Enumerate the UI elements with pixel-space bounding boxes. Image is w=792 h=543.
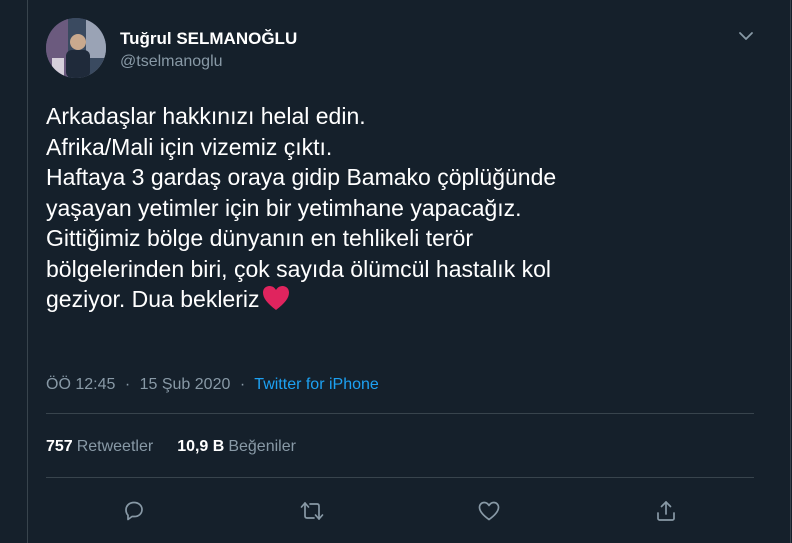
tweet-line: yaşayan yetimler için bir yetimhane yapa… bbox=[46, 194, 522, 221]
reply-icon bbox=[125, 501, 143, 521]
tweet-card: Tuğrul SELMANOĞLU @tselmanoglu Arkadaşla… bbox=[27, 0, 791, 543]
like-button[interactable] bbox=[472, 494, 506, 528]
tweet-line: Haftaya 3 gardaş oraya gidip Bamako çöpl… bbox=[46, 164, 557, 190]
red-heart-icon bbox=[262, 285, 290, 319]
divider bbox=[46, 413, 754, 414]
meta-separator: · bbox=[239, 376, 246, 393]
reply-button[interactable] bbox=[117, 494, 151, 528]
chevron-down-icon bbox=[739, 32, 753, 40]
avatar-photo bbox=[46, 18, 106, 78]
divider bbox=[46, 477, 754, 478]
meta-separator: · bbox=[124, 376, 131, 393]
tweet-date[interactable]: 15 Şub 2020 bbox=[140, 376, 231, 393]
tweet-line: geziyor. Dua bekleriz bbox=[46, 286, 260, 312]
tweet-line: bölgelerinden biri, çok sayıda ölümcül h… bbox=[46, 255, 551, 282]
user-name[interactable]: Tuğrul SELMANOĞLU bbox=[120, 29, 297, 49]
tweet-source-link[interactable]: Twitter for iPhone bbox=[254, 376, 379, 393]
likes-count: 10,9 B bbox=[177, 438, 225, 455]
retweets-count: 757 bbox=[46, 438, 73, 455]
tweet-line: Arkadaşlar hakkınızı helal edin. bbox=[46, 103, 366, 129]
user-handle[interactable]: @tselmanoglu bbox=[120, 53, 223, 71]
retweets-stat[interactable]: 757 Retweetler bbox=[46, 438, 153, 456]
tweet-meta: ÖÖ 12:45 · 15 Şub 2020 · Twitter for iPh… bbox=[46, 376, 379, 394]
tweet-actions bbox=[28, 494, 768, 528]
share-button[interactable] bbox=[649, 494, 683, 528]
tweet-text: Arkadaşlar hakkınızı helal edin. Afrika/… bbox=[46, 101, 746, 319]
avatar[interactable] bbox=[46, 18, 106, 78]
likes-stat[interactable]: 10,9 B Beğeniler bbox=[177, 438, 296, 456]
tweet-time[interactable]: ÖÖ 12:45 bbox=[46, 376, 115, 393]
more-options-button[interactable] bbox=[734, 24, 758, 48]
retweet-button[interactable] bbox=[295, 494, 329, 528]
tweet-line: Afrika/Mali için vizemiz çıktı. bbox=[46, 133, 333, 160]
retweets-label: Retweetler bbox=[76, 438, 154, 455]
share-icon bbox=[657, 501, 675, 521]
like-icon bbox=[478, 501, 500, 521]
tweet-line: Gittiğimiz bölge dünyanın en tehlikeli t… bbox=[46, 225, 474, 251]
retweet-icon bbox=[300, 502, 324, 520]
tweet-stats: 757 Retweetler 10,9 B Beğeniler bbox=[46, 438, 296, 456]
likes-label: Beğeniler bbox=[228, 438, 296, 455]
tweet-line-last: geziyor. Dua bekleriz bbox=[46, 284, 746, 319]
